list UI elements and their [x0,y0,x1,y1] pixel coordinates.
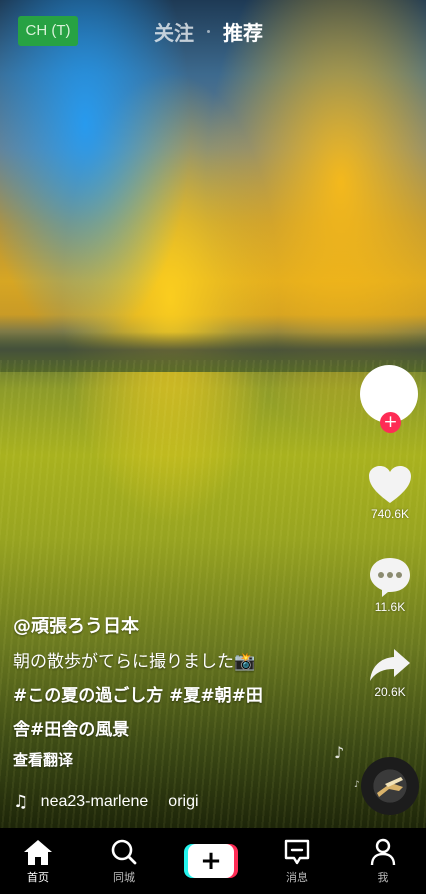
nav-inbox[interactable]: 消息 [267,838,327,885]
description-line: 朝の散歩がてらに撮りました📸 [13,652,256,672]
search-icon [111,839,137,865]
music-text: nea23-marlene origi [41,793,233,811]
comment-icon [370,558,410,597]
music-ticker[interactable]: ♫ nea23-marlene origi [13,790,233,814]
hashtags-line-1[interactable]: #この夏の過ごし方 #夏#朝#田 [13,679,343,713]
share-button[interactable]: 20.6K [364,647,416,699]
tab-recommended[interactable]: 推荐 [223,17,263,46]
message-icon [284,839,310,865]
ch-badge[interactable]: CH (T) [18,16,78,46]
music-note-icon: ♫ [13,792,29,812]
follow-plus-button[interactable]: + [380,412,401,433]
music-disc-icon [377,777,403,797]
translate-link[interactable]: 查看翻译 [13,747,343,773]
nav-nearby-label: 同城 [113,871,135,884]
music-author: nea23-marlene [40,793,149,810]
author-username[interactable]: @頑張ろう日本 [13,614,343,640]
hashtags-line-2[interactable]: 舎#田舎の風景 [13,713,343,747]
music-title: origi [168,793,199,810]
video-description: 朝の散歩がてらに撮りました📸 #この夏の過ごし方 #夏#朝#田 舎#田舎の風景 [13,645,343,747]
share-icon [370,649,410,681]
plus-icon: + [188,844,234,878]
feed-tabs: 关注 推荐 [154,16,263,46]
create-button[interactable]: + [184,844,238,878]
floating-note-icon-small: ♪ [354,780,360,790]
heart-icon [369,466,411,503]
comment-count: 11.6K [374,600,406,614]
nav-nearby[interactable]: 同城 [94,838,154,885]
share-count: 20.6K [374,685,406,699]
like-button[interactable]: 740.6K [364,465,416,521]
profile-icon [370,838,396,866]
floating-note-icon: ♪ [334,743,345,762]
home-icon [24,840,52,865]
nav-profile-label: 我 [377,871,389,884]
nav-home[interactable]: 首页 [8,838,68,885]
comment-button[interactable]: 11.6K [364,556,416,614]
nav-inbox-label: 消息 [286,871,308,884]
top-bar: CH (T) 关注 推荐 [0,16,426,48]
tab-separator [207,29,210,33]
music-disc[interactable] [361,757,419,815]
like-count: 740.6K [370,507,410,521]
nav-home-label: 首页 [27,871,49,884]
tab-following[interactable]: 关注 [154,17,194,46]
bottom-nav: 首页 同城 + 消息 我 [0,828,426,894]
nav-profile[interactable]: 我 [353,838,413,885]
video-caption: @頑張ろう日本 朝の散歩がてらに撮りました📸 #この夏の過ごし方 #夏#朝#田 … [13,614,343,773]
